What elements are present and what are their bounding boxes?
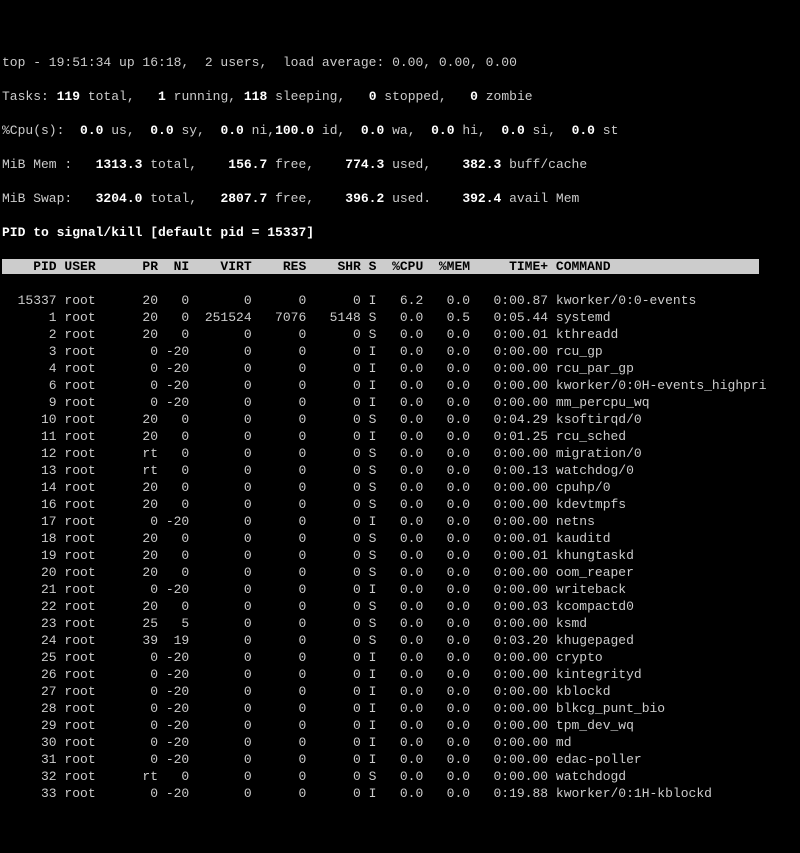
mem-buff: 382.3: [462, 157, 501, 172]
process-row[interactable]: 21 root 0 -20 0 0 0 I 0.0 0.0 0:00.00 wr…: [2, 581, 798, 598]
tasks-sleeping: 118: [244, 89, 267, 104]
summary-tasks: Tasks: 119 total, 1 running, 118 sleepin…: [2, 88, 798, 105]
kill-prompt[interactable]: PID to signal/kill [default pid = 15337]: [2, 224, 798, 241]
process-row[interactable]: 28 root 0 -20 0 0 0 I 0.0 0.0 0:00.00 bl…: [2, 700, 798, 717]
swap-total: 3204.0: [96, 191, 143, 206]
process-row[interactable]: 9 root 0 -20 0 0 0 I 0.0 0.0 0:00.00 mm_…: [2, 394, 798, 411]
mem-total: 1313.3: [96, 157, 143, 172]
process-row[interactable]: 25 root 0 -20 0 0 0 I 0.0 0.0 0:00.00 cr…: [2, 649, 798, 666]
process-row[interactable]: 27 root 0 -20 0 0 0 I 0.0 0.0 0:00.00 kb…: [2, 683, 798, 700]
column-headers: PID USER PR NI VIRT RES SHR S %CPU %MEM …: [2, 258, 798, 275]
summary-mem: MiB Mem : 1313.3 total, 156.7 free, 774.…: [2, 156, 798, 173]
process-row[interactable]: 15337 root 20 0 0 0 0 I 6.2 0.0 0:00.87 …: [2, 292, 798, 309]
mem-used: 774.3: [345, 157, 384, 172]
summary-cpu: %Cpu(s): 0.0 us, 0.0 sy, 0.0 ni,100.0 id…: [2, 122, 798, 139]
process-row[interactable]: 22 root 20 0 0 0 0 S 0.0 0.0 0:00.03 kco…: [2, 598, 798, 615]
mem-free: 156.7: [228, 157, 267, 172]
process-row[interactable]: 17 root 0 -20 0 0 0 I 0.0 0.0 0:00.00 ne…: [2, 513, 798, 530]
column-headers-text: PID USER PR NI VIRT RES SHR S %CPU %MEM …: [2, 259, 759, 274]
process-row[interactable]: 1 root 20 0 251524 7076 5148 S 0.0 0.5 0…: [2, 309, 798, 326]
process-row[interactable]: 33 root 0 -20 0 0 0 I 0.0 0.0 0:19.88 kw…: [2, 785, 798, 802]
process-row[interactable]: 6 root 0 -20 0 0 0 I 0.0 0.0 0:00.00 kwo…: [2, 377, 798, 394]
swap-free: 2807.7: [220, 191, 267, 206]
cpu-hi: 0.0: [431, 123, 454, 138]
process-row[interactable]: 14 root 20 0 0 0 0 S 0.0 0.0 0:00.00 cpu…: [2, 479, 798, 496]
process-row[interactable]: 2 root 20 0 0 0 0 S 0.0 0.0 0:00.01 kthr…: [2, 326, 798, 343]
tasks-zombie: 0: [470, 89, 478, 104]
summary-swap: MiB Swap: 3204.0 total, 2807.7 free, 396…: [2, 190, 798, 207]
process-row[interactable]: 24 root 39 19 0 0 0 S 0.0 0.0 0:03.20 kh…: [2, 632, 798, 649]
process-row[interactable]: 19 root 20 0 0 0 0 S 0.0 0.0 0:00.01 khu…: [2, 547, 798, 564]
cpu-wa: 0.0: [361, 123, 384, 138]
process-row[interactable]: 26 root 0 -20 0 0 0 I 0.0 0.0 0:00.00 ki…: [2, 666, 798, 683]
process-row[interactable]: 3 root 0 -20 0 0 0 I 0.0 0.0 0:00.00 rcu…: [2, 343, 798, 360]
process-row[interactable]: 4 root 0 -20 0 0 0 I 0.0 0.0 0:00.00 rcu…: [2, 360, 798, 377]
cpu-st: 0.0: [572, 123, 595, 138]
tasks-running: 1: [158, 89, 166, 104]
process-row[interactable]: 20 root 20 0 0 0 0 S 0.0 0.0 0:00.00 oom…: [2, 564, 798, 581]
swap-used: 396.2: [345, 191, 384, 206]
process-row[interactable]: 16 root 20 0 0 0 0 S 0.0 0.0 0:00.00 kde…: [2, 496, 798, 513]
process-row[interactable]: 10 root 20 0 0 0 0 S 0.0 0.0 0:04.29 kso…: [2, 411, 798, 428]
process-row[interactable]: 18 root 20 0 0 0 0 S 0.0 0.0 0:00.01 kau…: [2, 530, 798, 547]
cpu-us: 0.0: [80, 123, 103, 138]
process-row[interactable]: 30 root 0 -20 0 0 0 I 0.0 0.0 0:00.00 md: [2, 734, 798, 751]
cpu-id: 100.0: [275, 123, 314, 138]
cpu-si: 0.0: [501, 123, 524, 138]
process-row[interactable]: 31 root 0 -20 0 0 0 I 0.0 0.0 0:00.00 ed…: [2, 751, 798, 768]
cpu-sy: 0.0: [150, 123, 173, 138]
swap-avail: 392.4: [462, 191, 501, 206]
process-list[interactable]: 15337 root 20 0 0 0 0 I 6.2 0.0 0:00.87 …: [2, 292, 798, 802]
tasks-total: 119: [57, 89, 80, 104]
process-row[interactable]: 32 root rt 0 0 0 0 S 0.0 0.0 0:00.00 wat…: [2, 768, 798, 785]
process-row[interactable]: 12 root rt 0 0 0 0 S 0.0 0.0 0:00.00 mig…: [2, 445, 798, 462]
process-row[interactable]: 23 root 25 5 0 0 0 S 0.0 0.0 0:00.00 ksm…: [2, 615, 798, 632]
process-row[interactable]: 11 root 20 0 0 0 0 I 0.0 0.0 0:01.25 rcu…: [2, 428, 798, 445]
tasks-stopped: 0: [369, 89, 377, 104]
process-row[interactable]: 29 root 0 -20 0 0 0 I 0.0 0.0 0:00.00 tp…: [2, 717, 798, 734]
summary-uptime: top - 19:51:34 up 16:18, 2 users, load a…: [2, 54, 798, 71]
process-row[interactable]: 13 root rt 0 0 0 0 S 0.0 0.0 0:00.13 wat…: [2, 462, 798, 479]
cpu-ni: 0.0: [220, 123, 243, 138]
